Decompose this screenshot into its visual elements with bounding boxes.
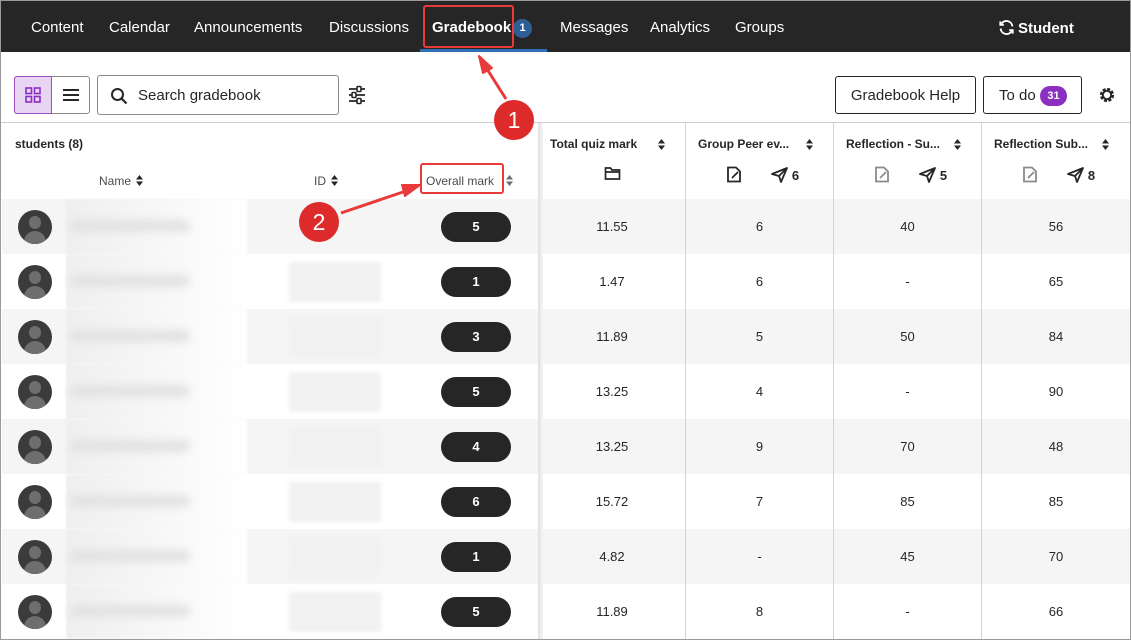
gradebook-page: Content Calendar Announcements Discussio… [0, 0, 1131, 640]
annotation-step-1: 1 [494, 100, 534, 140]
annotation-step-2: 2 [299, 202, 339, 242]
annotation-arrows [340, 55, 508, 215]
